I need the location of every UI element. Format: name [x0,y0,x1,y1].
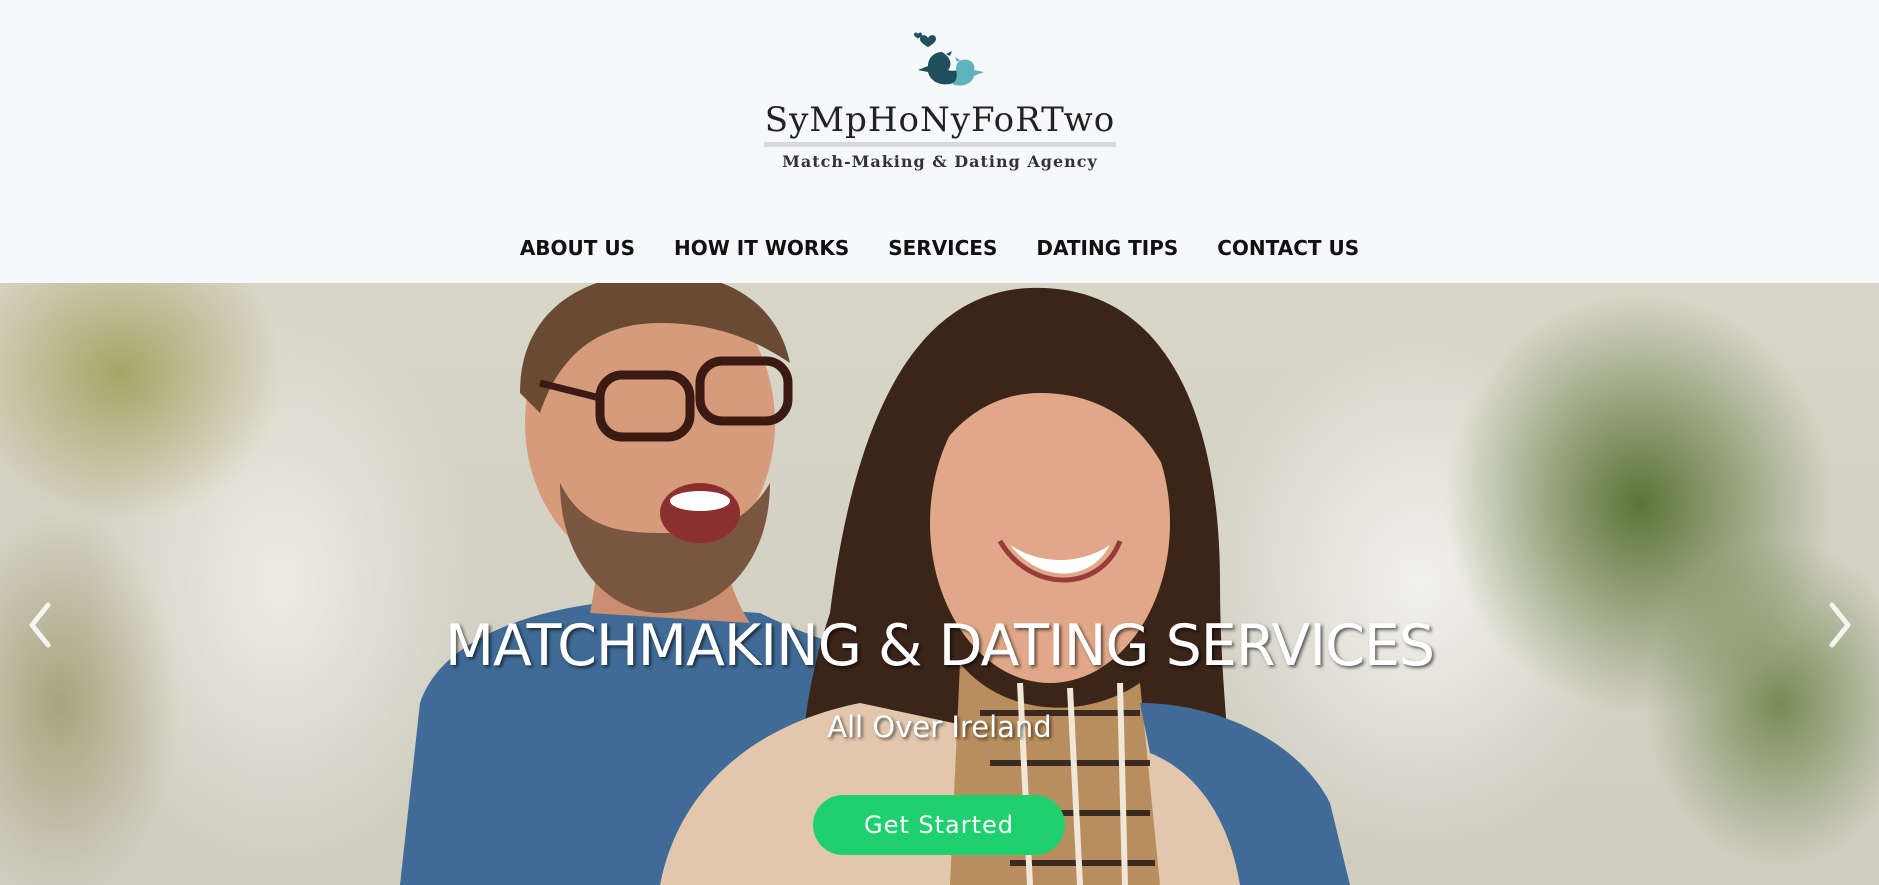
site-header: SyMpHoNyFoRTwo Match-Making & Dating Age… [0,0,1879,283]
brand-tagline: Match-Making & Dating Agency [782,152,1098,171]
logo-divider [764,142,1116,147]
get-started-button[interactable]: Get Started [813,795,1065,855]
two-birds-hearts-icon [914,32,984,86]
site-logo[interactable]: SyMpHoNyFoRTwo Match-Making & Dating Age… [740,28,1140,178]
hero-headline: MATCHMAKING & DATING SERVICES [444,613,1435,679]
brand-name: SyMpHoNyFoRTwo [764,100,1116,140]
nav-item-dating-tips[interactable]: DATING TIPS [1017,230,1198,266]
nav-item-how-it-works[interactable]: HOW IT WORKS [655,230,869,266]
nav-item-about-us[interactable]: ABOUT US [500,230,654,266]
nav-item-contact-us[interactable]: CONTACT US [1198,230,1379,266]
hero-subheadline: All Over Ireland [827,710,1052,744]
main-nav: ABOUT US HOW IT WORKS SERVICES DATING TI… [0,230,1879,266]
nav-item-services[interactable]: SERVICES [869,230,1017,266]
hero-slider: MATCHMAKING & DATING SERVICES All Over I… [0,283,1879,885]
